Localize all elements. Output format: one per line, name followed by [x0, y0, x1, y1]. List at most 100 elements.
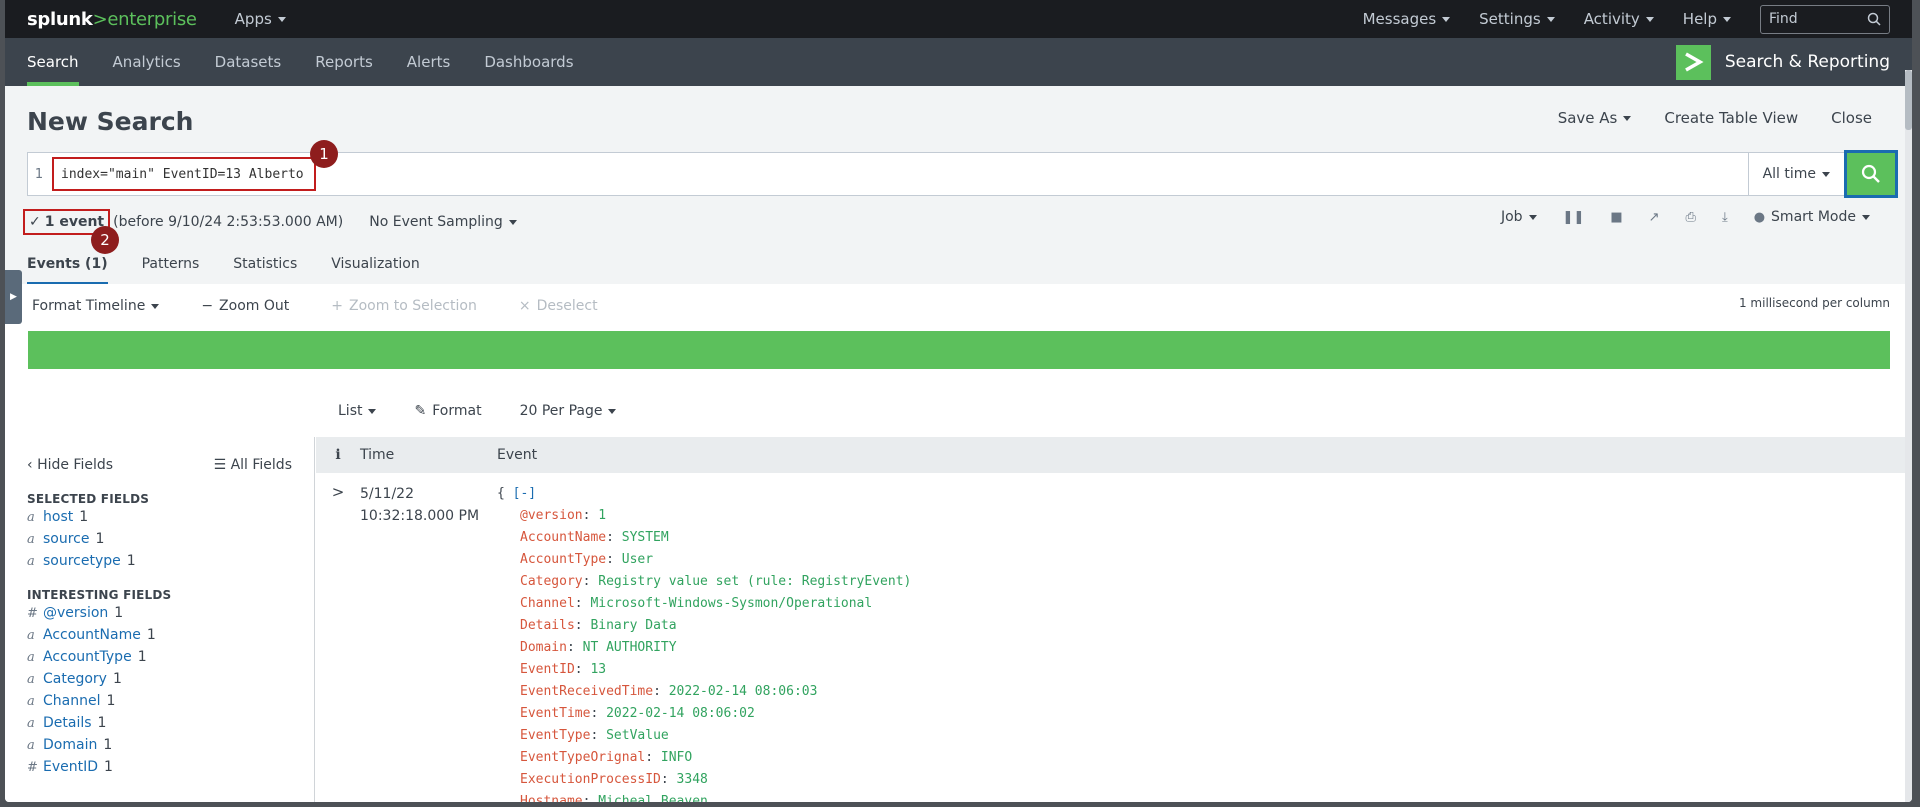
- close-button[interactable]: Close: [1831, 109, 1872, 127]
- apps-menu[interactable]: Apps: [235, 10, 286, 28]
- deselect-button[interactable]: × Deselect: [519, 298, 598, 314]
- event-field-value[interactable]: 3348: [677, 772, 708, 787]
- field-name[interactable]: @version: [43, 605, 108, 621]
- find-input[interactable]: Find: [1760, 4, 1890, 34]
- field-item[interactable]: a Category 1: [27, 668, 292, 690]
- field-name[interactable]: host: [43, 509, 73, 525]
- sidebar-toggle-handle[interactable]: ▶: [5, 270, 22, 324]
- apptab-analytics[interactable]: Analytics: [113, 38, 181, 86]
- event-field-value[interactable]: Binary Data: [590, 618, 676, 633]
- event-field-key[interactable]: Domain: [520, 640, 567, 655]
- job-menu[interactable]: Job: [1501, 209, 1537, 225]
- help-menu[interactable]: Help: [1683, 10, 1731, 28]
- event-field-key[interactable]: AccountName: [520, 530, 606, 545]
- search-submit-button[interactable]: [1844, 150, 1898, 198]
- zoom-out-button[interactable]: − Zoom Out: [201, 298, 289, 314]
- expand-row-icon[interactable]: >: [316, 483, 360, 802]
- apptab-datasets[interactable]: Datasets: [215, 38, 282, 86]
- event-field-value[interactable]: 1: [598, 508, 606, 523]
- event-field-value[interactable]: Microsoft-Windows-Sysmon/Operational: [590, 596, 872, 611]
- field-item[interactable]: a host 1: [27, 506, 292, 528]
- field-name[interactable]: AccountName: [43, 627, 141, 643]
- field-item[interactable]: # @version 1: [27, 602, 292, 624]
- field-name[interactable]: Domain: [43, 737, 97, 753]
- event-field-value[interactable]: SYSTEM: [622, 530, 669, 545]
- json-collapse-toggle[interactable]: [-]: [513, 486, 536, 501]
- apptab-alerts[interactable]: Alerts: [407, 38, 451, 86]
- create-table-view-button[interactable]: Create Table View: [1664, 109, 1798, 127]
- pause-icon[interactable]: ❚❚: [1563, 210, 1585, 225]
- activity-menu[interactable]: Activity: [1584, 10, 1654, 28]
- field-name[interactable]: AccountType: [43, 649, 132, 665]
- field-name[interactable]: source: [43, 531, 90, 547]
- field-name[interactable]: Category: [43, 671, 107, 687]
- stop-icon[interactable]: ■: [1610, 210, 1622, 225]
- per-page-dropdown[interactable]: 20 Per Page: [520, 403, 617, 419]
- tab-patterns[interactable]: Patterns: [142, 244, 200, 284]
- settings-menu[interactable]: Settings: [1479, 10, 1555, 28]
- all-fields-button[interactable]: ☰ All Fields: [214, 457, 292, 473]
- scrollbar-thumb[interactable]: [1905, 70, 1912, 130]
- timeline-bar[interactable]: [28, 331, 1890, 369]
- event-field-key[interactable]: EventID: [520, 662, 575, 677]
- field-item[interactable]: a Domain 1: [27, 734, 292, 756]
- event-field-key[interactable]: @version: [520, 508, 583, 523]
- field-item[interactable]: a source 1: [27, 528, 292, 550]
- field-item[interactable]: a AccountName 1: [27, 624, 292, 646]
- event-field-key[interactable]: EventReceivedTime: [520, 684, 653, 699]
- event-field-value[interactable]: User: [622, 552, 653, 567]
- field-item[interactable]: # EventID 1: [27, 756, 292, 778]
- field-item[interactable]: a sourcetype 1: [27, 550, 292, 572]
- event-field-key[interactable]: Channel: [520, 596, 575, 611]
- chevron-down-icon: [1822, 171, 1830, 177]
- app-title[interactable]: Search & Reporting: [1675, 38, 1890, 86]
- page-scrollbar[interactable]: [1905, 70, 1912, 802]
- tab-statistics[interactable]: Statistics: [233, 244, 297, 284]
- print-icon[interactable]: ⎙: [1686, 210, 1696, 225]
- event-field-key[interactable]: EventTime: [520, 706, 590, 721]
- event-field-key[interactable]: Category: [520, 574, 583, 589]
- event-field-key[interactable]: EventType: [520, 728, 590, 743]
- field-name[interactable]: EventID: [43, 759, 98, 775]
- messages-menu[interactable]: Messages: [1363, 10, 1451, 28]
- export-icon[interactable]: ⤓: [1722, 210, 1728, 225]
- field-item[interactable]: a Channel 1: [27, 690, 292, 712]
- event-field-key[interactable]: ExecutionProcessID: [520, 772, 661, 787]
- time-range-picker[interactable]: All time: [1747, 153, 1844, 195]
- field-item[interactable]: a Details 1: [27, 712, 292, 734]
- tab-events[interactable]: Events (1): [27, 244, 108, 285]
- format-timeline-button[interactable]: Format Timeline: [32, 298, 160, 314]
- event-field-value[interactable]: 13: [590, 662, 606, 677]
- event-timestamp[interactable]: 5/11/22 10:32:18.000 PM: [360, 483, 497, 802]
- hide-fields-button[interactable]: ‹ Hide Fields: [27, 457, 113, 473]
- event-field-key[interactable]: Hostname: [520, 794, 583, 802]
- splunk-logo[interactable]: splunk>enterprise: [27, 9, 197, 30]
- zoom-to-selection-button[interactable]: + Zoom to Selection: [331, 298, 477, 314]
- field-name[interactable]: Details: [43, 715, 92, 731]
- tab-visualization[interactable]: Visualization: [331, 244, 419, 284]
- event-field-key[interactable]: Details: [520, 618, 575, 633]
- event-field-value[interactable]: SetValue: [606, 728, 669, 743]
- save-as-button[interactable]: Save As: [1558, 109, 1632, 127]
- event-field-value[interactable]: 2022-02-14 08:06:03: [669, 684, 818, 699]
- event-sampling-dropdown[interactable]: No Event Sampling: [369, 214, 517, 230]
- list-view-dropdown[interactable]: List: [338, 403, 377, 419]
- event-field-key[interactable]: EventTypeOrignal: [520, 750, 645, 765]
- format-button[interactable]: ✎ Format: [414, 403, 481, 419]
- event-field-value[interactable]: Registry value set (rule: RegistryEvent): [598, 574, 911, 589]
- field-name[interactable]: Channel: [43, 693, 100, 709]
- time-column-header[interactable]: Time: [360, 447, 497, 463]
- share-icon[interactable]: ↗: [1649, 210, 1660, 225]
- event-field-value[interactable]: 2022-02-14 08:06:02: [606, 706, 755, 721]
- field-item[interactable]: a AccountType 1: [27, 646, 292, 668]
- search-query-input[interactable]: index="main" EventID=13 Alberto: [52, 157, 316, 191]
- event-field-value[interactable]: NT AUTHORITY: [583, 640, 677, 655]
- apptab-dashboards[interactable]: Dashboards: [484, 38, 573, 86]
- apptab-search[interactable]: Search: [27, 38, 79, 86]
- field-name[interactable]: sourcetype: [43, 553, 121, 569]
- apptab-reports[interactable]: Reports: [315, 38, 373, 86]
- event-field-key[interactable]: AccountType: [520, 552, 606, 567]
- event-field-value[interactable]: Micheal.Beaven: [598, 794, 708, 802]
- search-mode-menu[interactable]: ● Smart Mode: [1754, 209, 1870, 225]
- event-field-value[interactable]: INFO: [661, 750, 692, 765]
